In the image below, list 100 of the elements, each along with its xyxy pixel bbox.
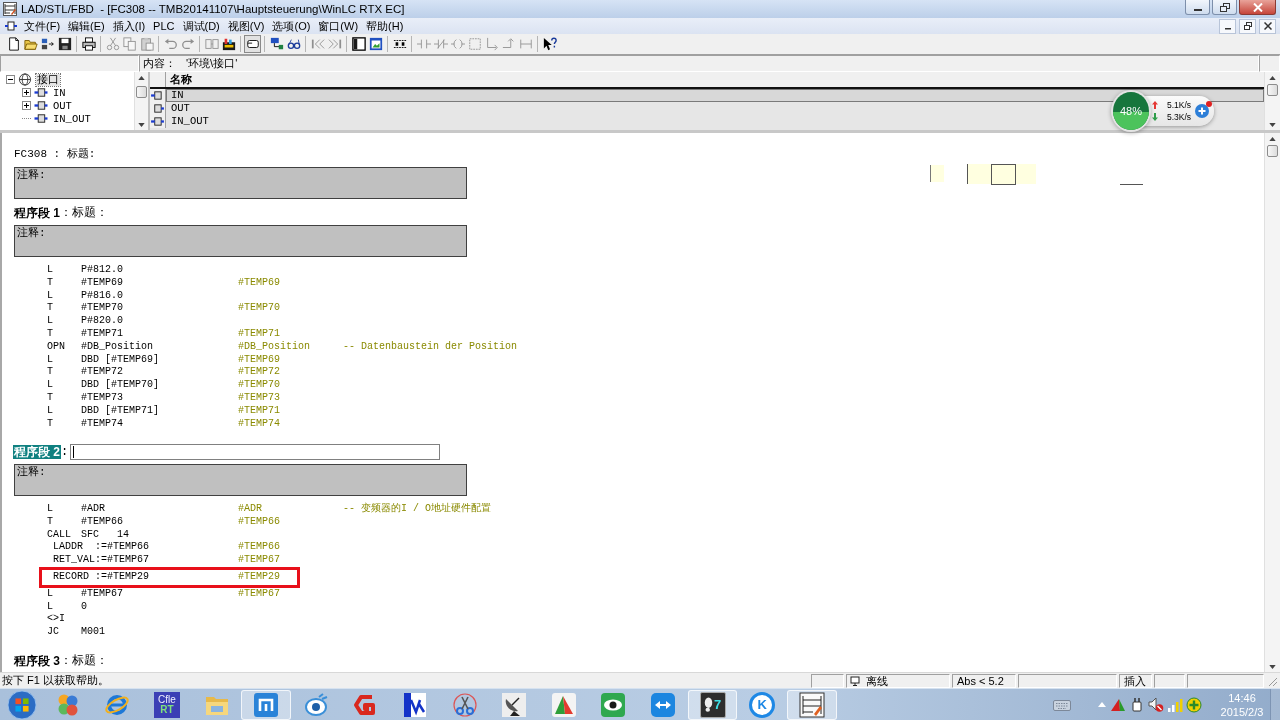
tree-item[interactable]: IN — [52, 86, 67, 99]
operand: P#816.0 — [81, 289, 124, 303]
menu-item[interactable]: 调试(D) — [178, 19, 224, 33]
block-pin-icon — [151, 116, 164, 127]
content-label: 内容： — [143, 56, 176, 71]
zigzag-tile-icon — [401, 691, 428, 718]
menu-item[interactable]: 窗口(W) — [314, 19, 363, 33]
bit-grid-icon — [392, 37, 407, 51]
plus-circle-icon[interactable] — [1186, 696, 1202, 713]
frame-button[interactable] — [244, 35, 261, 53]
add-button[interactable] — [1195, 104, 1210, 118]
tree-item[interactable]: OUT — [52, 99, 73, 112]
title-field[interactable] — [70, 443, 441, 460]
menu-item[interactable]: 帮助(H) — [362, 19, 408, 33]
status-help-text: 按下 F1 以获取帮助。 — [1, 673, 110, 688]
branch-up-icon — [501, 37, 516, 51]
comment-field[interactable]: 注释: — [14, 167, 467, 199]
status-text: Abs < 5.2 — [956, 674, 1004, 687]
symbol-comment: #TEMP69 — [238, 353, 281, 367]
download-speed: 5.3K/s — [1167, 111, 1192, 123]
close-icon — [1252, 2, 1263, 12]
branch-down-icon — [484, 37, 499, 51]
table-cell[interactable]: OUT — [166, 102, 195, 115]
menu-item[interactable]: 文件(F) — [20, 19, 65, 33]
scroll-thumb[interactable] — [1267, 145, 1278, 157]
operand: #TEMP74 — [81, 417, 124, 431]
instruction: L — [47, 264, 54, 277]
taskbar-button[interactable] — [241, 689, 291, 720]
comment-field[interactable]: 注释: — [14, 225, 467, 257]
instruction: L — [47, 315, 54, 328]
save-button[interactable] — [56, 35, 73, 53]
scroll-thumb[interactable] — [1267, 84, 1278, 96]
up-arrow-icon[interactable] — [138, 76, 145, 80]
taskbar-button[interactable]: 7 — [687, 689, 738, 720]
menu-item[interactable]: 选项(O) — [268, 19, 315, 33]
network-heading[interactable]: 程序段 3 — [14, 653, 60, 668]
print-button[interactable] — [80, 35, 97, 53]
operand: #ADR — [81, 502, 106, 516]
menu-item[interactable]: 编辑(E) — [64, 19, 109, 33]
restore-button[interactable] — [1212, 0, 1237, 15]
expand-toggle-icon[interactable] — [22, 88, 31, 97]
up-triangle-icon — [1098, 702, 1106, 707]
menu-item[interactable]: 插入(I) — [108, 19, 150, 33]
double-arrow-tile-icon — [649, 691, 676, 718]
down-arrow-icon[interactable] — [138, 123, 145, 127]
up-arrow-icon[interactable] — [1269, 76, 1276, 80]
text-cursor-icon — [73, 445, 75, 458]
vertical-scrollbar[interactable] — [134, 72, 148, 130]
table-cell[interactable]: IN_OUT — [166, 115, 214, 128]
status-panel — [811, 673, 844, 688]
content-path: '环境\接口' — [186, 56, 238, 71]
minimize-button[interactable] — [1185, 0, 1210, 15]
taskbar-button[interactable]: Cfle RT — [142, 689, 192, 720]
collapse-toggle-icon[interactable] — [6, 75, 15, 84]
operand: #TEMP72 — [81, 366, 124, 379]
redo-icon — [180, 37, 195, 51]
window-picture-button[interactable] — [367, 35, 384, 53]
instruction: T — [47, 302, 54, 316]
block-pin-icon — [151, 90, 164, 101]
ring-dot-icon — [302, 691, 329, 718]
down-arrow-icon[interactable] — [1269, 665, 1276, 669]
print-icon — [81, 37, 96, 51]
copy-icon — [122, 37, 137, 51]
instruction: L — [47, 502, 54, 516]
minimize-button[interactable] — [1219, 18, 1236, 34]
vertical-scrollbar[interactable] — [1264, 133, 1280, 672]
undo-icon — [163, 37, 178, 51]
open-folder-icon — [23, 37, 38, 51]
symbol-comment: #TEMP66 — [238, 541, 281, 555]
operand: #TEMP70 — [81, 302, 124, 316]
arch-tile-icon — [253, 691, 280, 718]
down-arrow-icon[interactable] — [1269, 123, 1276, 127]
power-plug-icon[interactable] — [1129, 696, 1145, 713]
scroll-thumb[interactable] — [136, 86, 147, 98]
tree-item[interactable]: IN_OUT — [52, 112, 92, 125]
menu-item[interactable]: 视图(V) — [223, 19, 269, 33]
logo-text: Cfle — [158, 694, 176, 705]
coil-icon — [450, 37, 465, 51]
comment-field[interactable]: 注释: — [14, 463, 467, 496]
tree-item[interactable]: 接口 — [36, 73, 60, 86]
expand-toggle-icon[interactable] — [22, 101, 31, 110]
network-heading[interactable]: 程序段 2 — [13, 444, 61, 459]
menu-item[interactable]: PLC — [149, 19, 179, 33]
ladder-diagram-icon — [3, 2, 17, 16]
table-cell[interactable]: IN — [166, 89, 1264, 102]
close-button[interactable] — [1239, 0, 1276, 15]
vertical-scrollbar[interactable] — [1264, 72, 1280, 130]
help-pointer-button[interactable] — [541, 35, 558, 53]
keyboard-icon[interactable] — [1053, 698, 1071, 711]
up-arrow-icon[interactable] — [1269, 137, 1276, 141]
symbol-comment: #TEMP71 — [238, 328, 281, 341]
restore-button[interactable] — [1239, 18, 1256, 34]
panel-window-button[interactable] — [350, 35, 367, 53]
taskbar-button[interactable]: K — [737, 689, 787, 720]
block-pin-icon — [151, 103, 164, 114]
network-heading[interactable]: 程序段 1 — [14, 206, 60, 220]
close-button[interactable] — [1259, 18, 1276, 34]
instruction: L — [47, 353, 54, 367]
block-pin-icon[interactable] — [5, 21, 17, 31]
muted-speaker-icon[interactable] — [1148, 696, 1164, 713]
